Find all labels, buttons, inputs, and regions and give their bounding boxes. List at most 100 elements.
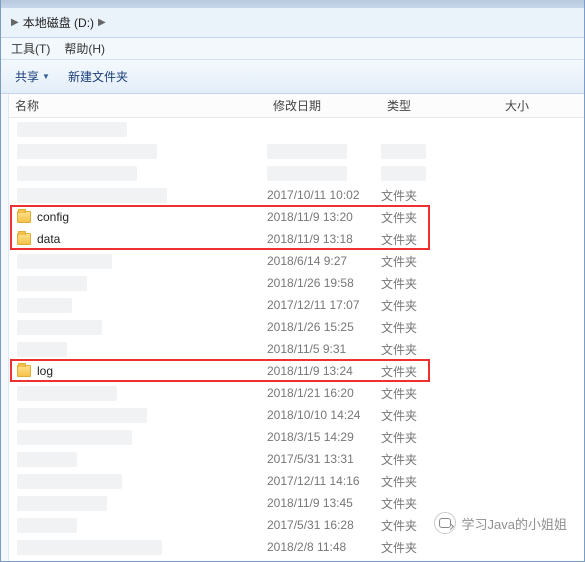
table-row[interactable]: 2017/12/11 14:16文件夹 xyxy=(9,470,584,492)
chevron-icon: ▶ xyxy=(11,17,19,28)
cell-type: 文件夹 xyxy=(381,253,499,270)
redacted-name xyxy=(17,188,167,203)
header-date[interactable]: 修改日期 xyxy=(267,97,381,114)
file-list: 名称 修改日期 类型 大小 2017/10/11 10:02文件夹config2… xyxy=(9,94,584,561)
cell-date xyxy=(267,144,381,159)
redacted-name xyxy=(17,452,77,467)
chevron-icon: ▶ xyxy=(98,17,106,28)
watermark: 学习Java的小姐姐 xyxy=(434,512,567,534)
redacted-name xyxy=(17,298,72,313)
cell-name: data xyxy=(9,232,267,246)
table-row[interactable]: log 2018/11/9 13:24文件夹 xyxy=(9,360,584,382)
table-row[interactable]: 2018/1/26 15:25文件夹 xyxy=(9,316,584,338)
cell-type: 文件夹 xyxy=(381,319,499,336)
table-row[interactable] xyxy=(9,140,584,162)
cell-name xyxy=(9,188,267,203)
rows-container: 2017/10/11 10:02文件夹config2018/11/9 13:20… xyxy=(9,118,584,561)
watermark-text: 学习Java的小姐姐 xyxy=(462,514,567,533)
cell-date: 2017/12/11 14:16 xyxy=(267,474,381,488)
chevron-down-icon: ▼ xyxy=(42,72,50,81)
table-row[interactable]: 2018/10/10 14:24文件夹 xyxy=(9,404,584,426)
address-drive[interactable]: 本地磁盘 (D:) xyxy=(23,14,94,31)
cell-name xyxy=(9,518,267,533)
table-row[interactable]: 2018/2/8 11:48文件夹 xyxy=(9,536,584,558)
redacted-name xyxy=(17,320,102,335)
cell-name xyxy=(9,166,267,181)
wechat-icon xyxy=(434,512,456,534)
share-button[interactable]: 共享 ▼ xyxy=(15,68,50,85)
share-label: 共享 xyxy=(15,68,39,85)
cell-date xyxy=(267,166,381,181)
cell-type xyxy=(381,144,499,159)
menu-help[interactable]: 帮助(H) xyxy=(64,40,105,57)
menu-tools[interactable]: 工具(T) xyxy=(11,40,50,57)
cell-date: 2018/11/9 13:24 xyxy=(267,364,381,378)
header-size[interactable]: 大小 xyxy=(499,97,569,114)
header-name[interactable]: 名称 xyxy=(9,97,267,114)
cell-name xyxy=(9,540,267,555)
redacted-name xyxy=(17,276,87,291)
cell-name xyxy=(9,254,267,269)
address-bar[interactable]: ▶ 本地磁盘 (D:) ▶ xyxy=(1,8,584,38)
cell-type: 文件夹 xyxy=(381,561,499,562)
cell-date: 2017/10/11 10:02 xyxy=(267,188,381,202)
cell-type: 文件夹 xyxy=(381,209,499,226)
redacted-type xyxy=(381,166,426,181)
cell-date: 2017/5/31 16:28 xyxy=(267,518,381,532)
table-row[interactable]: config2018/11/9 13:20文件夹 xyxy=(9,206,584,228)
cell-type: 文件夹 xyxy=(381,187,499,204)
cell-name: config xyxy=(9,210,267,224)
explorer-window: ▶ 本地磁盘 (D:) ▶ 工具(T) 帮助(H) 共享 ▼ 新建文件夹 名称 … xyxy=(0,0,585,562)
table-row[interactable] xyxy=(9,162,584,184)
cell-name xyxy=(9,496,267,511)
redacted-name xyxy=(17,496,107,511)
table-row[interactable]: data2018/11/9 13:18文件夹 xyxy=(9,228,584,250)
cell-name xyxy=(9,144,267,159)
cell-type: 文件夹 xyxy=(381,473,499,490)
new-folder-button[interactable]: 新建文件夹 xyxy=(68,68,128,85)
cell-name: log xyxy=(9,364,267,378)
cell-date: 2018/3/15 14:29 xyxy=(267,430,381,444)
column-headers: 名称 修改日期 类型 大小 xyxy=(9,94,584,118)
table-row[interactable]: 2018/1/21 16:20文件夹 xyxy=(9,382,584,404)
header-type[interactable]: 类型 xyxy=(381,97,499,114)
folder-icon xyxy=(17,365,31,377)
cell-date: 2018/10/10 14:24 xyxy=(267,408,381,422)
redacted-name xyxy=(17,122,127,137)
table-row[interactable]: 2018/3/15 14:29文件夹 xyxy=(9,426,584,448)
cell-name xyxy=(9,386,267,401)
table-row[interactable]: 2018/11/9 13:45文件夹 xyxy=(9,492,584,514)
cell-date: 2018/11/9 13:45 xyxy=(267,496,381,510)
cell-date: 2018/1/26 15:25 xyxy=(267,320,381,334)
redacted-name xyxy=(17,430,132,445)
redacted-name xyxy=(17,254,112,269)
cell-date: 2017/5/31 13:31 xyxy=(267,452,381,466)
cell-type: 文件夹 xyxy=(381,231,499,248)
cell-type: 文件夹 xyxy=(381,363,499,380)
file-name: log xyxy=(37,364,53,378)
cell-date: 2018/11/5 9:31 xyxy=(267,342,381,356)
table-row[interactable]: 2017/10/11 10:02文件夹 xyxy=(9,184,584,206)
cell-name xyxy=(9,474,267,489)
cell-name xyxy=(9,430,267,445)
redacted-name xyxy=(17,386,117,401)
file-name: data xyxy=(37,232,60,246)
redacted-date xyxy=(267,166,347,181)
cell-date: 2017/12/11 17:07 xyxy=(267,298,381,312)
table-row[interactable]: 2018/4/17 9:44文件夹 xyxy=(9,558,584,561)
nav-pane[interactable] xyxy=(1,94,9,561)
redacted-name xyxy=(17,342,67,357)
table-row[interactable]: 2017/5/31 13:31文件夹 xyxy=(9,448,584,470)
cell-type: 文件夹 xyxy=(381,451,499,468)
table-row[interactable]: 2018/1/26 19:58文件夹 xyxy=(9,272,584,294)
redacted-name xyxy=(17,166,137,181)
titlebar[interactable] xyxy=(1,0,584,8)
table-row[interactable]: 2017/12/11 17:07文件夹 xyxy=(9,294,584,316)
table-row[interactable] xyxy=(9,118,584,140)
table-row[interactable]: 2018/11/5 9:31文件夹 xyxy=(9,338,584,360)
cell-date: 2018/6/14 9:27 xyxy=(267,254,381,268)
redacted-name xyxy=(17,144,157,159)
cell-type: 文件夹 xyxy=(381,429,499,446)
table-row[interactable]: 2018/6/14 9:27文件夹 xyxy=(9,250,584,272)
cell-type: 文件夹 xyxy=(381,495,499,512)
